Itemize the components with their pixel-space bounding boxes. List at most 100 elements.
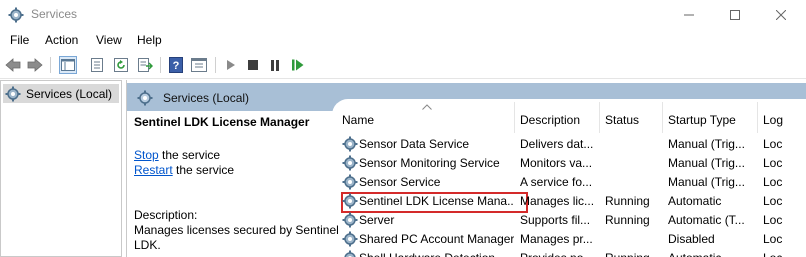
help-book-icon: ? xyxy=(169,57,183,73)
maximize-icon xyxy=(730,10,740,20)
restart-icon xyxy=(292,59,304,71)
column-header-startup-type[interactable]: Startup Type xyxy=(663,102,758,133)
tree-item-label: Services (Local) xyxy=(26,86,113,101)
service-row[interactable]: Sensor Data Service Delivers dat... Manual… xyxy=(337,135,806,154)
minimize-icon xyxy=(684,14,694,16)
console-tree-icon xyxy=(61,59,75,71)
column-header-status[interactable]: Status xyxy=(600,102,663,133)
show-hide-console-tree-button[interactable] xyxy=(59,56,77,74)
gear-icon xyxy=(342,231,358,247)
service-logon-cell: Loc xyxy=(763,213,783,227)
service-startup-type-cell: Manual (Trig... xyxy=(668,175,745,189)
service-logon-cell: Loc xyxy=(763,194,783,208)
forward-button[interactable] xyxy=(26,56,44,74)
title-bar: Services xyxy=(0,0,806,30)
restart-service-link[interactable]: Restart xyxy=(134,163,173,177)
stop-service-link[interactable]: Stop xyxy=(134,148,159,162)
service-description-cell: Manages lic... xyxy=(520,194,595,208)
description-label: Description: xyxy=(134,208,198,222)
export-list-icon xyxy=(138,58,153,72)
show-action-pane-button[interactable] xyxy=(190,56,208,74)
maximize-button[interactable] xyxy=(712,0,758,30)
service-logon-cell: Loc xyxy=(763,156,783,170)
description-text-line1: Manages licenses secured by Sentinel xyxy=(134,223,339,237)
gear-icon xyxy=(342,136,358,152)
gear-icon xyxy=(137,90,153,106)
service-logon-cell: Loc xyxy=(763,175,783,189)
service-logon-cell: Loc xyxy=(763,232,783,246)
service-row[interactable]: Shared PC Account Manager Manages pr... Di… xyxy=(337,230,806,249)
services-list: Name Description Status Startup Type Log… xyxy=(337,102,806,257)
pause-service-button[interactable] xyxy=(266,56,284,74)
console-tree: Services (Local) xyxy=(0,80,122,257)
selected-service-name: Sentinel LDK License Manager xyxy=(134,115,310,129)
service-status-cell: Running xyxy=(605,213,650,227)
service-name-cell: Sentinel LDK License Mana... xyxy=(359,194,514,208)
service-startup-type-cell: Automatic xyxy=(668,194,722,208)
properties-button[interactable] xyxy=(88,56,106,74)
gear-icon xyxy=(342,155,358,171)
column-header-log-on-as[interactable]: Log xyxy=(758,102,806,133)
service-name-cell: Server xyxy=(359,213,395,227)
export-list-button[interactable] xyxy=(136,56,154,74)
main-header-title: Services (Local) xyxy=(163,91,250,105)
forward-arrow-icon xyxy=(27,58,43,72)
service-status-cell: Running xyxy=(605,251,661,257)
menu-bar: File Action View Help xyxy=(0,30,806,51)
stop-service-button[interactable] xyxy=(244,56,262,74)
window-title: Services xyxy=(31,7,78,21)
service-startup-type-cell: Automatic xyxy=(668,251,756,257)
svg-text:?: ? xyxy=(173,60,180,72)
back-button[interactable] xyxy=(4,56,22,74)
main-pane: Services (Local) Sentinel LDK License Ma… xyxy=(126,80,806,257)
service-logon-cell: Loc xyxy=(763,137,783,151)
service-logon-cell: Loc xyxy=(763,251,806,257)
column-header-description[interactable]: Description xyxy=(515,102,600,133)
menu-help[interactable]: Help xyxy=(137,33,162,47)
gear-icon xyxy=(342,174,358,190)
service-name-cell: Sensor Monitoring Service xyxy=(359,156,500,170)
service-name-cell: Shell Hardware Detection xyxy=(359,251,514,257)
menu-file[interactable]: File xyxy=(10,33,29,47)
service-startup-type-cell: Manual (Trig... xyxy=(668,156,745,170)
pause-icon xyxy=(271,59,279,71)
close-icon xyxy=(776,10,786,20)
restart-service-button[interactable] xyxy=(289,56,307,74)
stop-icon xyxy=(248,60,258,70)
service-row[interactable]: Server Supports fil... Running Automatic (T… xyxy=(337,211,806,230)
minimize-button[interactable] xyxy=(666,0,712,30)
service-description-cell: Provides no... xyxy=(520,251,598,257)
gear-icon xyxy=(342,193,358,209)
toolbar: ? xyxy=(0,51,806,79)
action-pane-icon xyxy=(191,58,207,72)
refresh-button[interactable] xyxy=(112,56,130,74)
service-description-cell: A service fo... xyxy=(520,175,593,189)
gear-icon xyxy=(5,86,21,101)
play-icon xyxy=(227,60,235,70)
gear-icon xyxy=(342,212,358,228)
refresh-icon xyxy=(114,58,128,72)
service-row[interactable]: Shell Hardware Detection Provides no... Ru… xyxy=(337,249,806,257)
column-header-name[interactable]: Name xyxy=(337,102,515,133)
back-arrow-icon xyxy=(5,58,21,72)
menu-view[interactable]: View xyxy=(96,33,122,47)
service-name-cell: Sensor Service xyxy=(359,175,441,189)
help-button[interactable]: ? xyxy=(167,56,185,74)
service-description-cell: Delivers dat... xyxy=(520,137,594,151)
properties-icon xyxy=(91,58,103,72)
service-startup-type-cell: Disabled xyxy=(668,232,715,246)
tree-item-services-local[interactable]: Services (Local) xyxy=(3,84,119,103)
close-button[interactable] xyxy=(758,0,804,30)
start-service-button[interactable] xyxy=(222,56,240,74)
restart-line: Restart the service xyxy=(134,163,235,177)
service-startup-type-cell: Manual (Trig... xyxy=(668,137,745,151)
description-text-line2: LDK. xyxy=(134,238,161,252)
service-row[interactable]: Sentinel LDK License Mana... Manages lic.… xyxy=(337,192,806,213)
menu-action[interactable]: Action xyxy=(45,33,78,47)
service-row[interactable]: Sensor Service A service fo... Manual (Tri… xyxy=(337,173,806,192)
service-name-cell: Shared PC Account Manager xyxy=(359,232,514,246)
service-status-cell: Running xyxy=(605,194,650,208)
gear-icon xyxy=(342,250,358,257)
service-description-cell: Supports fil... xyxy=(520,213,591,227)
service-row[interactable]: Sensor Monitoring Service Monitors va... M… xyxy=(337,154,806,173)
